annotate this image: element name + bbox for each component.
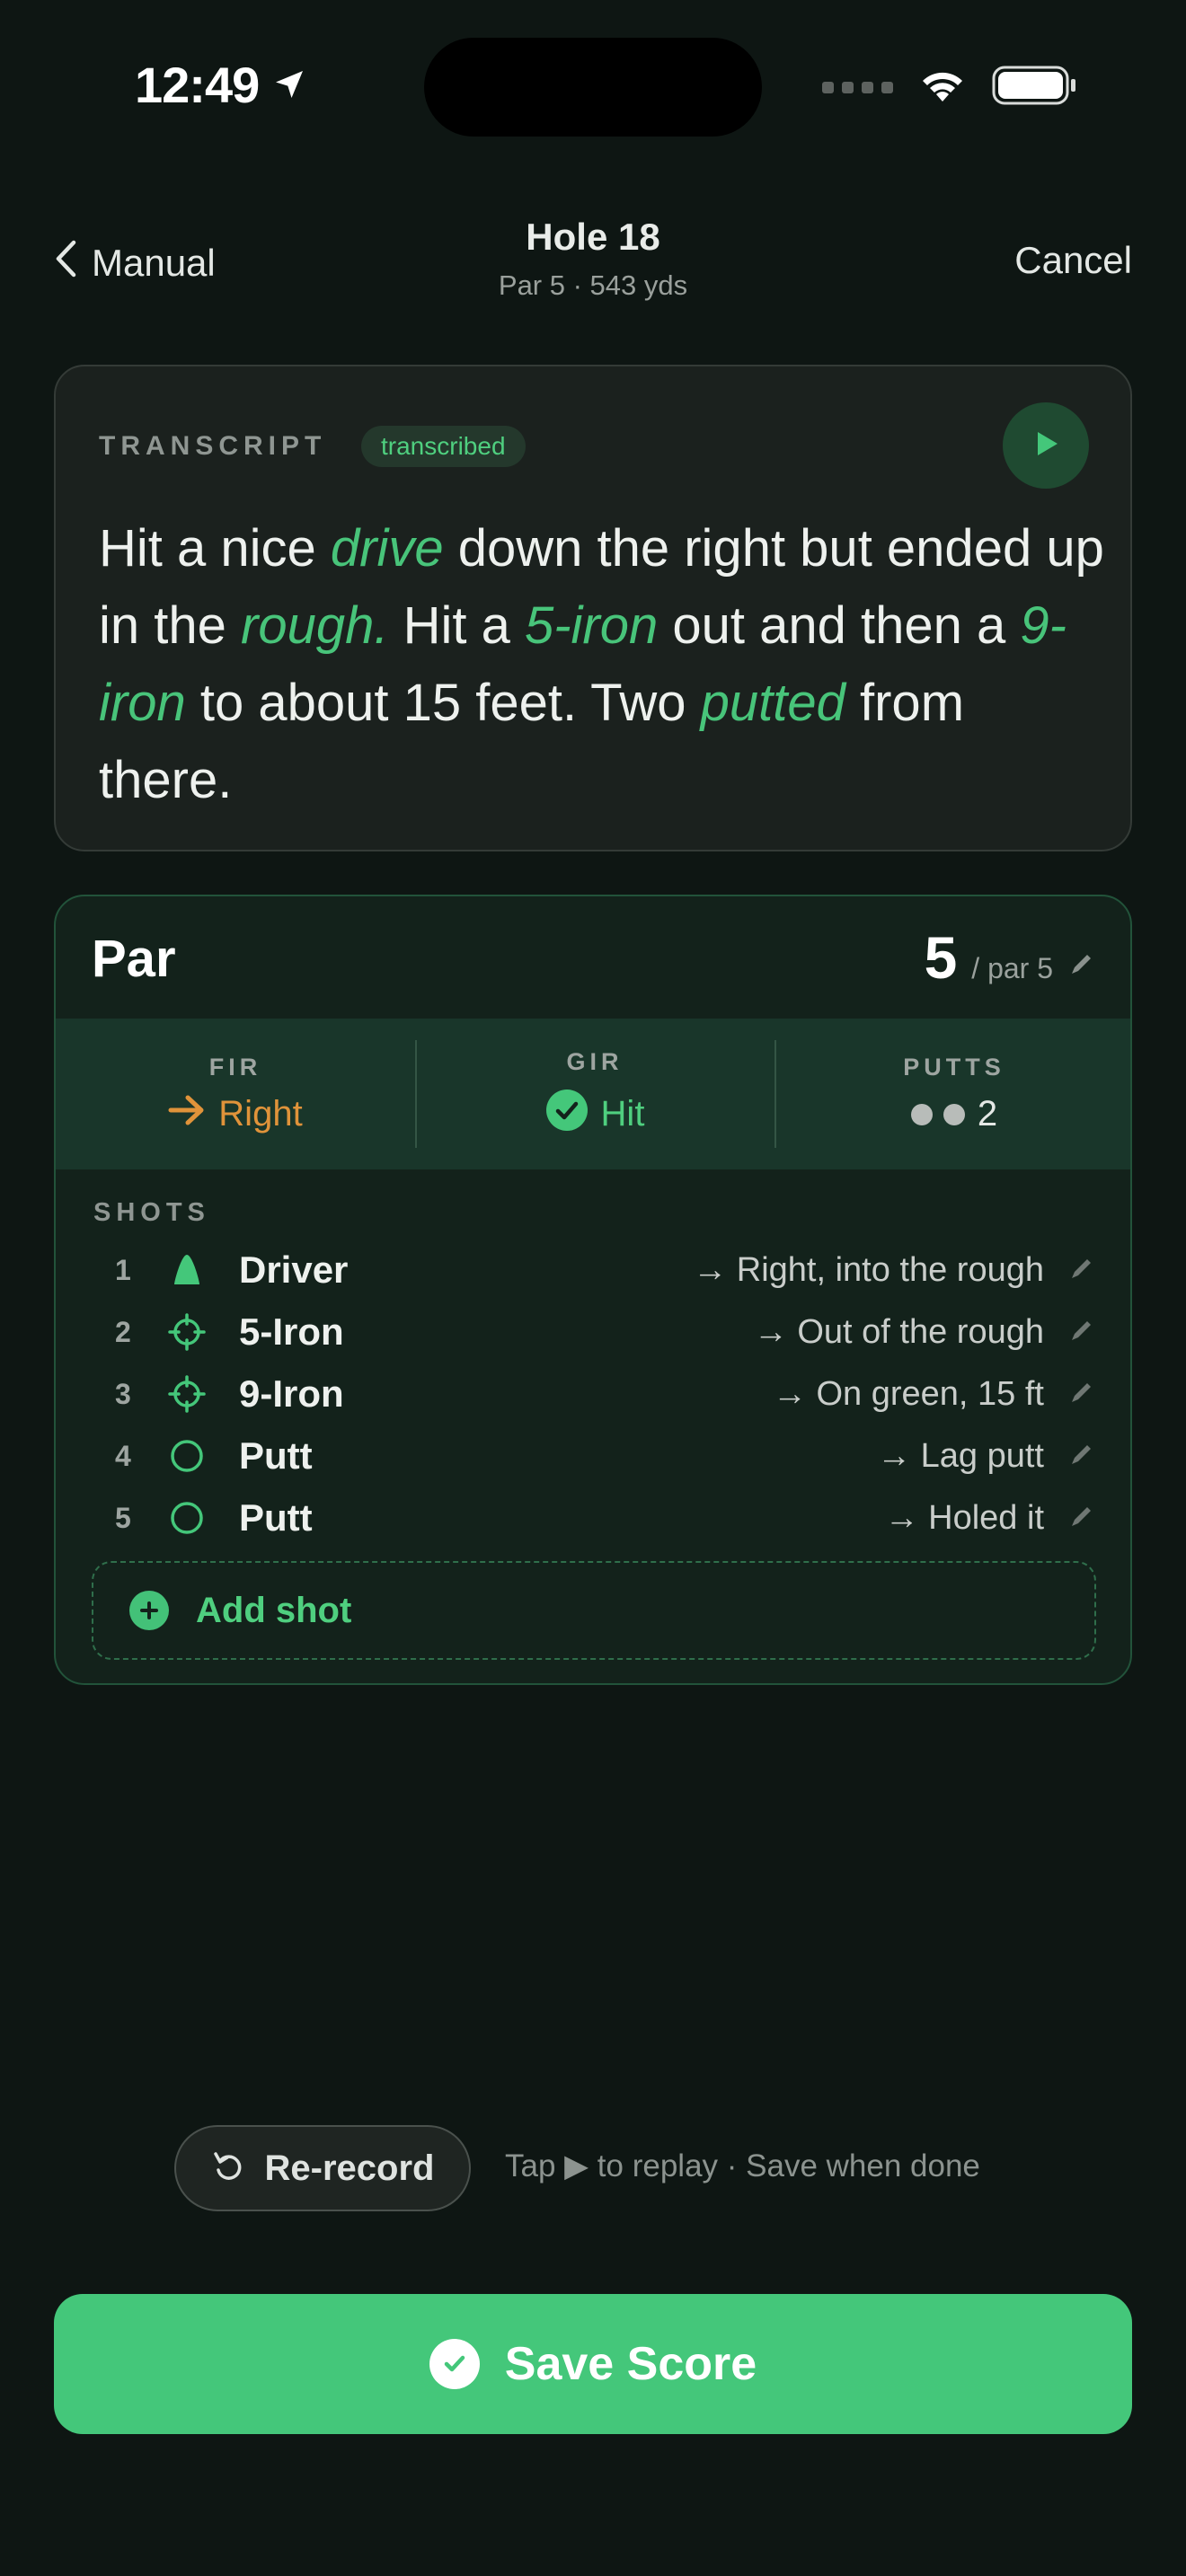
- score-result-label: Par: [92, 930, 176, 988]
- shot-club: 5-Iron: [239, 1310, 344, 1353]
- circle-icon: [165, 1434, 208, 1478]
- transcript-card: TRANSCRIPT transcribed Hit a nice drive …: [54, 365, 1132, 851]
- score-value: 5: [924, 924, 958, 991]
- play-button[interactable]: [1003, 402, 1089, 489]
- circle-icon: [165, 1496, 208, 1539]
- gir-value: Hit: [600, 1094, 645, 1134]
- fir-value: Right: [218, 1094, 303, 1134]
- putts-value-group: 2: [910, 1094, 998, 1134]
- shot-number: 2: [115, 1315, 131, 1348]
- crosshair-icon: [165, 1310, 208, 1354]
- shot-number: 1: [115, 1253, 131, 1286]
- add-shot-label: Add shot: [196, 1590, 352, 1630]
- score-display: 5 / par 5: [925, 923, 1094, 992]
- transcript-text: Hit a nice drive down the right but ende…: [99, 510, 1105, 819]
- transcript-keyword: 5-iron: [524, 596, 659, 655]
- shot-row[interactable]: 4 Putt → Lag putt: [56, 1425, 1130, 1486]
- shot-result: → On green, 15 ft: [772, 1374, 1044, 1413]
- transcribed-badge: transcribed: [361, 426, 526, 467]
- putt-dot: [910, 1103, 933, 1125]
- hint-text: Tap ▶ to replay · Save when done: [505, 2148, 980, 2183]
- shot-row[interactable]: 1 Driver → Right, into the rough: [56, 1239, 1130, 1301]
- putt-dot: [943, 1103, 965, 1125]
- shot-club: Putt: [239, 1496, 313, 1539]
- crosshair-icon: [165, 1372, 208, 1416]
- shot-club: 9-Iron: [239, 1372, 344, 1415]
- location-arrow-icon: [271, 56, 307, 114]
- rerecord-label: Re-record: [264, 2148, 435, 2188]
- arrow-right-icon: [168, 1094, 206, 1134]
- shot-row[interactable]: 3 9-Iron → On green, 15 ft: [56, 1363, 1130, 1425]
- transcript-keyword: drive: [330, 519, 444, 578]
- transcript-segment: Hit a nice: [99, 519, 331, 578]
- stat-putts[interactable]: PUTTS 2: [774, 1019, 1130, 1169]
- status-bar: 12:49: [0, 0, 1186, 171]
- fir-value-group: Right: [168, 1094, 303, 1134]
- hole-summary-card: Par 5 / par 5 FIR Right GIR Hit PUTTS 2 …: [54, 895, 1132, 1685]
- gir-value-group: Hit: [545, 1089, 645, 1141]
- stat-gir[interactable]: GIR Hit: [415, 1019, 774, 1169]
- shot-result: → Right, into the rough: [693, 1250, 1044, 1289]
- shot-row[interactable]: 2 5-Iron → Out of the rough: [56, 1301, 1130, 1363]
- shot-number: 5: [115, 1501, 131, 1534]
- shot-row[interactable]: 5 Putt → Holed it: [56, 1487, 1130, 1548]
- transcript-segment: out and then a: [658, 596, 1021, 655]
- check-circle-icon: [545, 1089, 589, 1141]
- stat-fir[interactable]: FIR Right: [56, 1019, 415, 1169]
- shot-result: → Out of the rough: [753, 1312, 1044, 1351]
- status-time: 12:49: [135, 56, 307, 114]
- plus-circle-icon: [129, 1591, 169, 1630]
- shot-number: 4: [115, 1439, 131, 1472]
- edit-shot-icon[interactable]: [1067, 1380, 1096, 1408]
- edit-score-icon[interactable]: [1067, 951, 1094, 983]
- transcript-label: TRANSCRIPT: [99, 431, 327, 461]
- shot-result: → Holed it: [884, 1498, 1044, 1537]
- shot-number: 3: [115, 1377, 131, 1410]
- navigation-bar: Manual Hole 18 Par 5 · 543 yds Cancel: [0, 207, 1186, 314]
- status-icons: [822, 65, 1078, 110]
- fir-label: FIR: [208, 1054, 262, 1081]
- transcript-keyword: putted: [700, 674, 845, 732]
- save-score-label: Save Score: [504, 2338, 757, 2390]
- tee-icon: [165, 1248, 208, 1292]
- shots-label: SHOTS: [93, 1198, 210, 1227]
- edit-shot-icon[interactable]: [1067, 1256, 1096, 1284]
- stats-row: FIR Right GIR Hit PUTTS 2: [56, 1019, 1130, 1169]
- check-circle-icon: [429, 2339, 480, 2389]
- wifi-icon: [916, 66, 969, 110]
- par-label: / par 5: [971, 952, 1053, 984]
- play-icon: [1030, 428, 1062, 464]
- transcript-segment: to about 15 feet. Two: [185, 674, 701, 732]
- edit-shot-icon[interactable]: [1067, 1442, 1096, 1470]
- cancel-button[interactable]: Cancel: [1014, 239, 1132, 282]
- transcript-segment: Hit a: [388, 596, 525, 655]
- edit-shot-icon[interactable]: [1067, 1504, 1096, 1532]
- shot-club: Putt: [239, 1434, 313, 1477]
- time-label: 12:49: [135, 57, 260, 113]
- putts-label: PUTTS: [903, 1054, 1005, 1081]
- dynamic-island: [424, 38, 762, 137]
- putt-dots-icon: [910, 1103, 965, 1125]
- shot-result: → Lag putt: [877, 1436, 1044, 1475]
- cellular-dots-icon: [822, 82, 893, 93]
- score-entry-screen: 12:49 Manual Hole 18 Par 5 · 543 yds Can…: [0, 0, 1186, 2576]
- save-score-button[interactable]: Save Score: [54, 2294, 1132, 2434]
- shot-club: Driver: [239, 1248, 349, 1291]
- rerecord-button[interactable]: Re-record: [174, 2125, 471, 2211]
- add-shot-button[interactable]: Add shot: [92, 1561, 1096, 1660]
- page-subtitle: Par 5 · 543 yds: [498, 269, 688, 301]
- rotate-ccw-icon: [211, 2148, 247, 2189]
- page-title: Hole 18: [526, 216, 660, 258]
- gir-label: GIR: [566, 1047, 624, 1075]
- putts-value: 2: [977, 1094, 998, 1134]
- transcript-keyword: rough.: [241, 596, 389, 655]
- edit-shot-icon[interactable]: [1067, 1318, 1096, 1346]
- battery-icon: [992, 65, 1078, 110]
